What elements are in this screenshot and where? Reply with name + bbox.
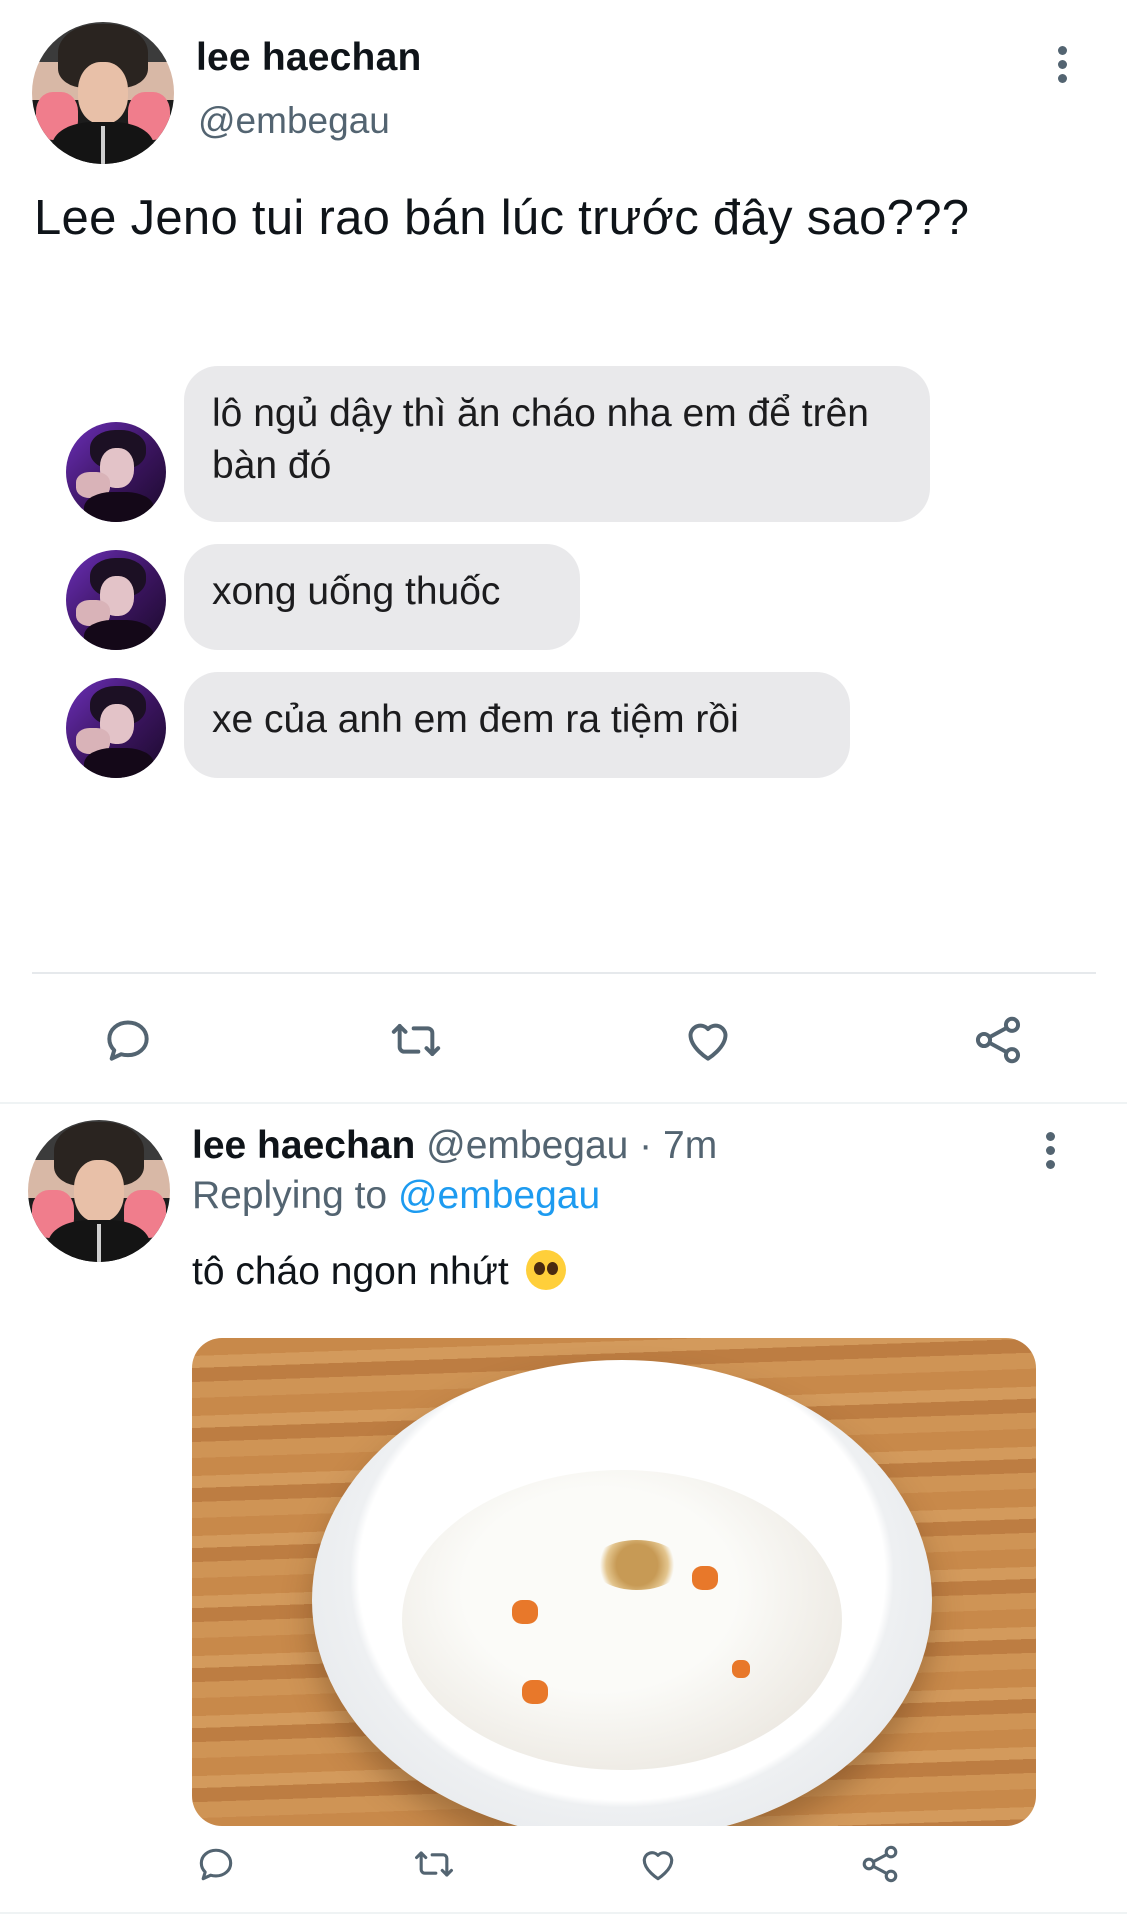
attached-photo[interactable] <box>192 1338 1036 1826</box>
retweet-icon[interactable] <box>388 1012 444 1068</box>
chat-avatar <box>66 678 166 778</box>
reply-icon[interactable] <box>100 1012 156 1068</box>
chat-avatar <box>66 422 166 522</box>
reply-display-name[interactable]: lee haechan <box>192 1124 415 1167</box>
chat-bubble: xong uống thuốc <box>184 544 580 650</box>
replying-to: Replying to @embegau <box>192 1174 600 1218</box>
heart-icon[interactable] <box>636 1842 680 1886</box>
replying-mention-link[interactable]: @embegau <box>398 1174 600 1217</box>
author-display-name[interactable]: lee haechan <box>196 36 421 80</box>
more-vertical-icon[interactable] <box>1046 1132 1060 1172</box>
chat-bubble: lô ngủ dậy thì ăn cháo nha em để trên bà… <box>184 366 930 522</box>
reply-text-body: tô cháo ngon nhứt <box>192 1250 509 1293</box>
reply-icon[interactable] <box>194 1842 238 1886</box>
author-avatar[interactable] <box>32 22 174 164</box>
more-vertical-icon[interactable] <box>1058 46 1072 86</box>
bottom-divider <box>0 1912 1127 1914</box>
reply-author-avatar[interactable] <box>28 1120 170 1262</box>
author-handle[interactable]: @embegau <box>198 100 390 142</box>
pleading-face-emoji-icon <box>525 1250 566 1290</box>
reply-header: lee haechan @embegau · 7m <box>192 1124 717 1168</box>
heart-icon[interactable] <box>680 1012 736 1068</box>
share-icon[interactable] <box>970 1012 1026 1068</box>
divider <box>32 972 1096 974</box>
reply-meta: @embegau · 7m <box>426 1124 718 1167</box>
tweet-text: Lee Jeno tui rao bán lúc trước đây sao??… <box>34 191 970 245</box>
section-divider <box>0 1102 1127 1104</box>
replying-label: Replying to <box>192 1174 388 1217</box>
bowl-graphic <box>312 1360 932 1826</box>
share-icon[interactable] <box>858 1842 902 1886</box>
chat-bubble: xe của anh em đem ra tiệm rồi <box>184 672 850 778</box>
reply-text: tô cháo ngon nhứt <box>192 1250 566 1294</box>
retweet-icon[interactable] <box>412 1842 456 1886</box>
chat-avatar <box>66 550 166 650</box>
